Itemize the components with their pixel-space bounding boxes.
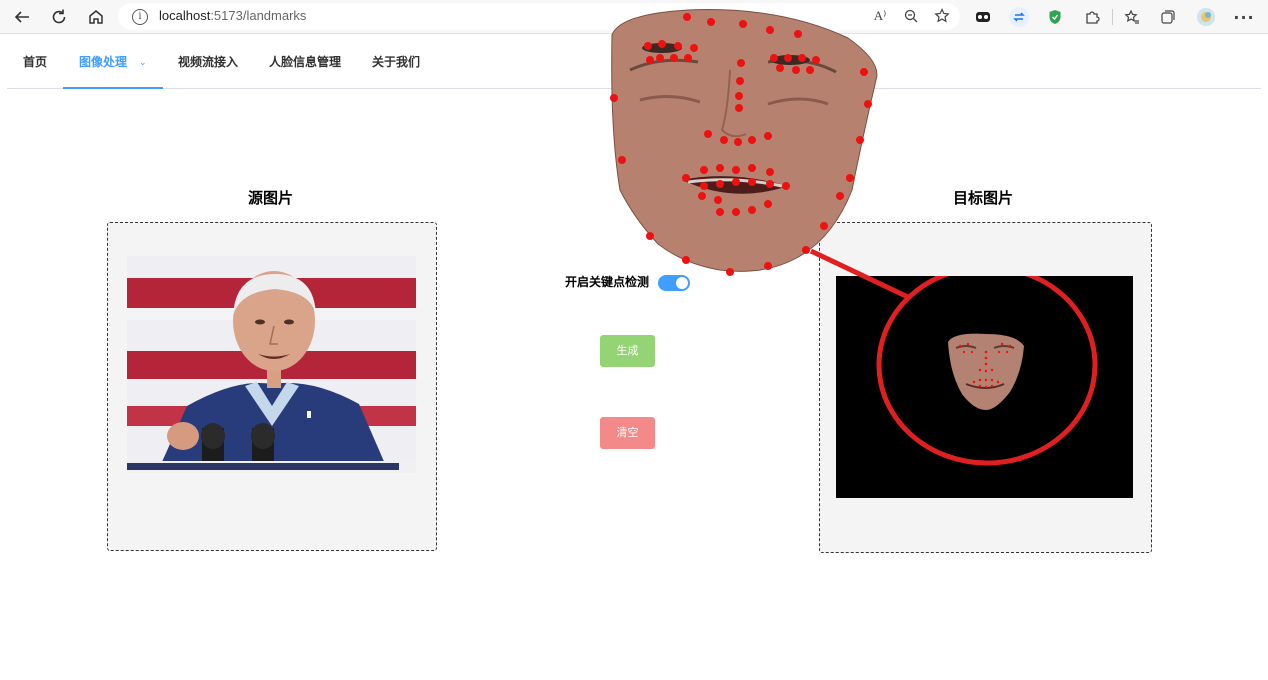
zoomed-face-overlay [600, 0, 890, 290]
